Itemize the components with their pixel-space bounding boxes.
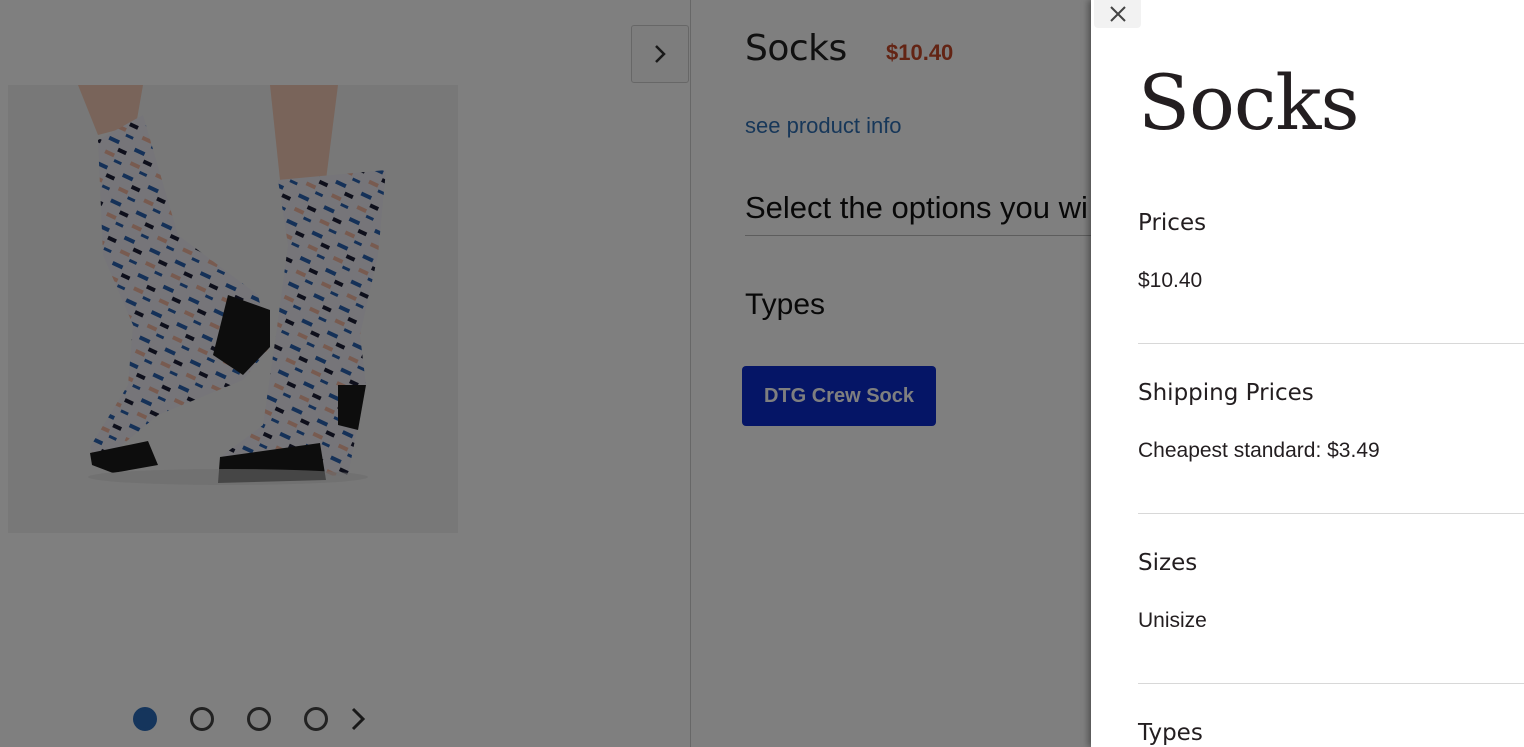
section-divider [1138,513,1524,514]
types-panel-heading: Types [1138,720,1203,746]
section-divider [1138,683,1524,684]
section-divider [1138,343,1524,344]
prices-heading: Prices [1138,210,1207,236]
close-icon [1109,6,1126,22]
shipping-prices-value: Cheapest standard: $3.49 [1138,439,1380,462]
modal-backdrop[interactable] [0,0,1091,747]
shipping-prices-heading: Shipping Prices [1138,380,1314,406]
sizes-value: Unisize [1138,609,1207,632]
panel-title: Socks [1138,58,1359,147]
sizes-heading: Sizes [1138,550,1198,576]
prices-value: $10.40 [1138,269,1203,292]
close-button[interactable] [1094,0,1141,28]
